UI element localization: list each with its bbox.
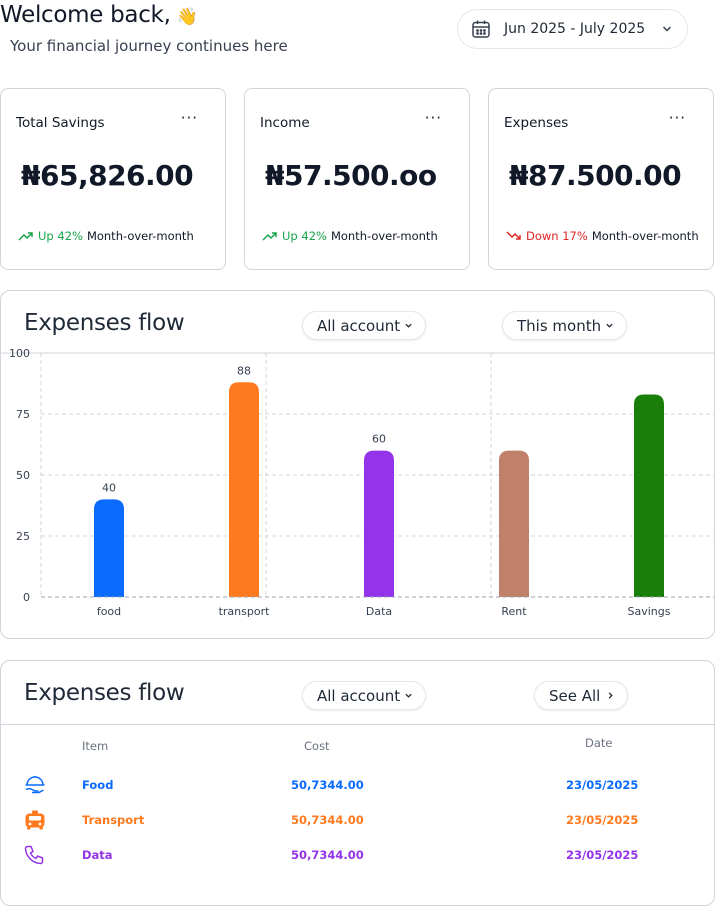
trend-value: Up 42%	[38, 229, 83, 243]
x-tick-label: Data	[366, 605, 392, 618]
card-trend: Up 42% Month-over-month	[262, 229, 438, 243]
row-item: Food	[82, 778, 114, 792]
bar-transport	[229, 382, 259, 597]
expenses-bar-chart: 0 25 50 75 100 40 food 88 transport 60 Data Rent Sav…	[1, 347, 714, 618]
data-label: 88	[237, 364, 251, 377]
account-filter-label: All account	[317, 686, 401, 705]
chevron-down-icon	[662, 26, 672, 32]
chevron-right-icon	[609, 692, 614, 699]
card-income: Income ··· ₦57.500.oo Up 42% Month-over-…	[244, 88, 470, 270]
card-amount: ₦87.500.00	[509, 159, 682, 192]
card-title: Total Savings	[16, 115, 105, 131]
trend-down-icon	[506, 231, 521, 240]
food-delivery-icon	[25, 776, 45, 794]
phone-icon	[24, 845, 44, 865]
y-tick-label: 50	[16, 469, 30, 482]
y-tick-label: 25	[16, 530, 30, 543]
card-menu-button[interactable]: ···	[425, 111, 442, 126]
row-date: 23/05/2025	[566, 848, 639, 862]
table-row[interactable]: Data 50,7344.00 23/05/2025	[1, 840, 714, 870]
x-tick-label: Savings	[628, 605, 671, 618]
card-amount: ₦65,826.00	[21, 159, 194, 192]
date-range-label: Jun 2025 - July 2025	[504, 21, 646, 37]
x-tick-label: food	[97, 605, 121, 618]
welcome-subtitle: Your financial journey continues here	[10, 37, 288, 55]
data-label: 60	[372, 433, 386, 446]
row-item: Transport	[82, 813, 145, 827]
trend-period: Month-over-month	[591, 229, 699, 243]
see-all-label: See All	[549, 686, 601, 705]
bar-data	[364, 450, 394, 597]
trend-value: Down 17%	[526, 229, 588, 243]
card-title: Expenses	[504, 115, 569, 131]
welcome-text: Welcome back,	[0, 2, 171, 28]
dashboard: Welcome back, 👋 Your financial journey co…	[0, 0, 715, 906]
column-header-cost: Cost	[304, 739, 330, 753]
row-cost: 50,7344.00	[291, 813, 364, 827]
data-label: 40	[102, 481, 116, 494]
trend-up-icon	[18, 232, 33, 241]
row-date: 23/05/2025	[566, 778, 639, 792]
column-header-item: Item	[82, 739, 109, 753]
y-tick-label: 100	[9, 347, 30, 360]
panel-title: Expenses flow	[24, 680, 185, 706]
account-filter-dropdown[interactable]: All account	[302, 681, 427, 710]
y-tick-label: 0	[23, 591, 30, 604]
card-menu-button[interactable]: ···	[669, 111, 686, 126]
bar-rent	[499, 450, 529, 597]
card-amount: ₦57.500.oo	[265, 159, 437, 192]
row-item: Data	[82, 848, 113, 862]
table-divider	[1, 724, 714, 725]
bar-savings	[634, 394, 664, 597]
card-menu-button[interactable]: ···	[181, 111, 198, 126]
card-expenses: Expenses ··· ₦87.500.00 Down 17% Month-o…	[488, 88, 714, 270]
card-trend: Up 42% Month-over-month	[18, 229, 194, 243]
chevron-down-icon	[405, 693, 412, 698]
expenses-flow-chart-panel: Expenses flow All account This month 0 25…	[0, 290, 715, 639]
card-title: Income	[260, 115, 310, 131]
table-row[interactable]: Food 50,7344.00 23/05/2025	[1, 770, 714, 800]
wave-emoji: 👋	[176, 7, 198, 27]
welcome-heading: Welcome back, 👋	[0, 2, 198, 28]
row-date: 23/05/2025	[566, 813, 639, 827]
row-cost: 50,7344.00	[291, 848, 364, 862]
date-range-picker[interactable]: Jun 2025 - July 2025	[457, 9, 688, 49]
table-row[interactable]: Transport 50,7344.00 23/05/2025	[1, 805, 714, 835]
card-trend: Down 17% Month-over-month	[506, 229, 699, 243]
trend-period: Month-over-month	[86, 229, 194, 243]
expenses-flow-table-panel: Expenses flow All account See All Item C…	[0, 660, 715, 906]
x-tick-label: Rent	[501, 605, 527, 618]
x-tick-label: transport	[219, 605, 271, 618]
bar-food	[94, 499, 124, 597]
y-tick-label: 75	[16, 408, 30, 421]
calendar-icon	[472, 20, 490, 38]
see-all-button[interactable]: See All	[534, 681, 629, 710]
trend-value: Up 42%	[282, 229, 327, 243]
taxi-icon	[25, 810, 45, 830]
column-header-date: Date	[585, 736, 613, 750]
trend-up-icon	[262, 232, 277, 241]
row-cost: 50,7344.00	[291, 778, 364, 792]
trend-period: Month-over-month	[330, 229, 438, 243]
card-total-savings: Total Savings ··· ₦65,826.00 Up 42% Mont…	[0, 88, 226, 270]
